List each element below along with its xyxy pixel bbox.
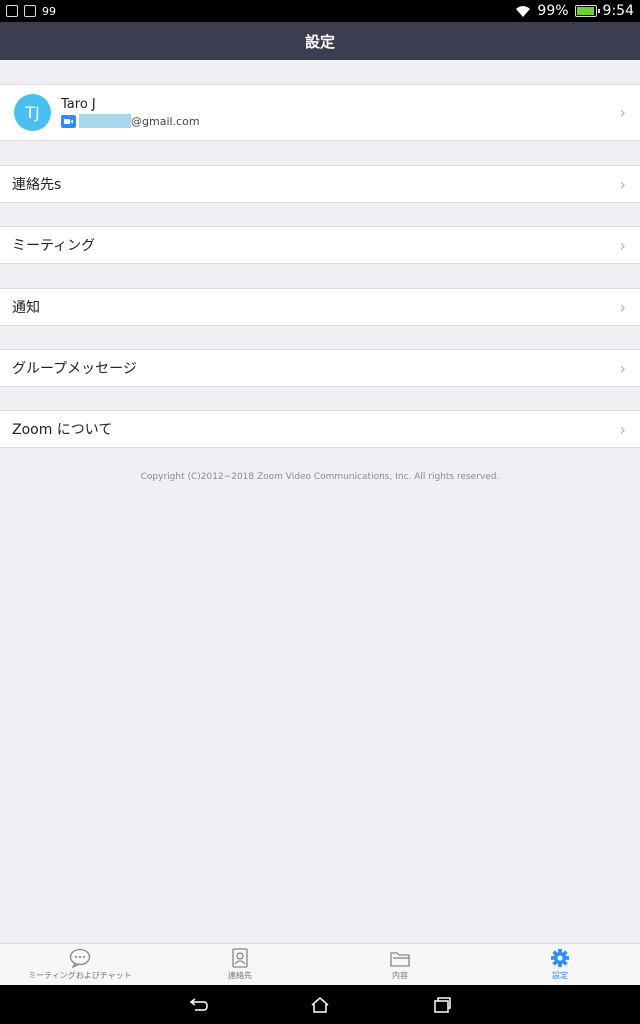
email-redaction: [79, 114, 131, 128]
menu-item-meetings[interactable]: ミーティング ›: [0, 226, 640, 264]
menu-item-notifications[interactable]: 通知 ›: [0, 288, 640, 326]
chevron-right-icon: ›: [619, 419, 626, 439]
chevron-right-icon: ›: [619, 358, 626, 378]
tab-label: ミーティングおよびチャット: [28, 971, 132, 980]
battery-percent: 99%: [537, 3, 569, 19]
avatar: TJ: [14, 94, 51, 131]
chevron-right-icon: ›: [619, 297, 626, 317]
status-right: 99% 9:54: [515, 3, 634, 19]
menu-item-contacts[interactable]: 連絡先s ›: [0, 165, 640, 203]
recent-apps-icon[interactable]: [431, 996, 453, 1014]
back-icon[interactable]: [187, 996, 209, 1014]
android-nav-bar: [0, 985, 640, 1024]
profile-name: Taro J: [61, 97, 96, 112]
chevron-right-icon: ›: [619, 174, 626, 194]
video-camera-icon: [61, 114, 76, 128]
menu-item-group-messages[interactable]: グループメッセージ ›: [0, 349, 640, 387]
status-left: 99: [6, 5, 56, 18]
wifi-icon: [516, 5, 531, 17]
email-suffix: @gmail.com: [131, 114, 200, 128]
tab-content[interactable]: 内容: [320, 944, 480, 985]
image-notification-icon: [24, 5, 36, 17]
tab-label: 連絡先: [228, 971, 252, 980]
email-line: @gmail.com: [61, 114, 620, 128]
tab-settings[interactable]: 設定: [480, 944, 640, 985]
app-header: 設定: [0, 22, 640, 60]
status-bar: 99 99% 9:54: [0, 0, 640, 22]
copyright-text: Copyright (C)2012−2018 Zoom Video Commun…: [140, 472, 500, 482]
contacts-icon: [232, 948, 248, 968]
chat-bubble-icon: [69, 948, 91, 968]
menu-item-label: 通知: [12, 300, 40, 316]
app-notification-icon: [6, 5, 18, 17]
menu-item-label: ミーティング: [12, 238, 96, 254]
tab-label: 設定: [552, 971, 568, 980]
menu-item-label: Zoom について: [12, 422, 113, 438]
chevron-right-icon: ›: [619, 103, 626, 122]
folder-icon: [390, 952, 410, 967]
home-icon[interactable]: [309, 996, 331, 1014]
tab-meetings-chat[interactable]: ミーティングおよびチャット: [0, 944, 160, 985]
avatar-initials: TJ: [25, 103, 40, 122]
menu-item-label: グループメッセージ: [12, 361, 137, 377]
page-title: 設定: [304, 32, 335, 51]
clock: 9:54: [602, 3, 634, 19]
menu-item-label: 連絡先s: [12, 177, 62, 193]
chevron-right-icon: ›: [619, 235, 626, 255]
gear-icon: [551, 949, 569, 967]
menu-item-about[interactable]: Zoom について ›: [0, 410, 640, 448]
bottom-tab-bar: ミーティングおよびチャット 連絡先 内容 設定: [0, 943, 640, 985]
profile-row[interactable]: TJ Taro J @gmail.com ›: [0, 84, 640, 141]
notification-count: 99: [42, 4, 56, 18]
tab-label: 内容: [392, 971, 408, 980]
tab-contacts[interactable]: 連絡先: [160, 944, 320, 985]
profile-info: Taro J @gmail.com: [61, 97, 620, 128]
battery-icon: [574, 5, 600, 17]
